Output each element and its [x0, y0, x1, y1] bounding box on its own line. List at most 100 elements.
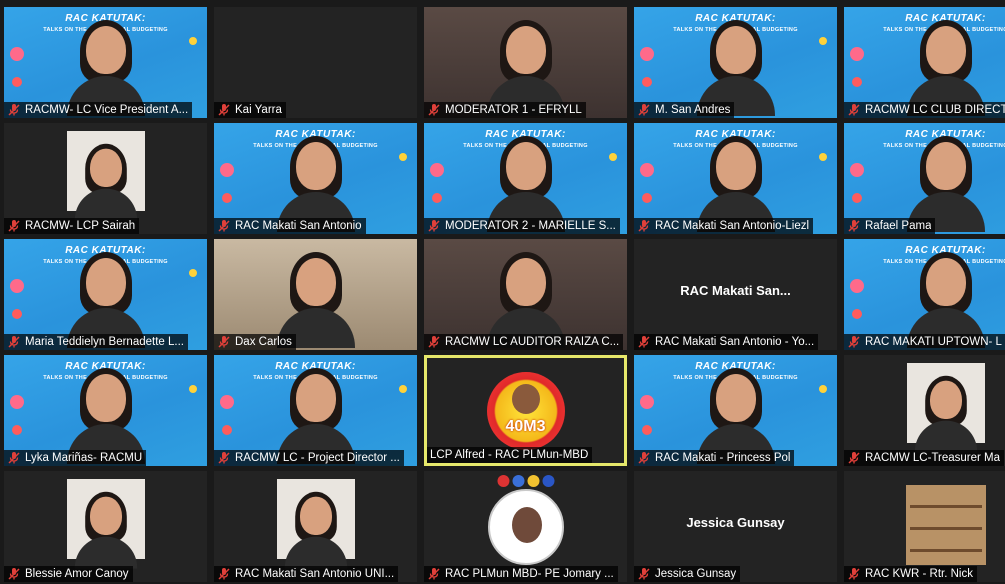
muted-mic-icon — [637, 219, 651, 233]
participant-video — [486, 250, 565, 348]
decoration-dot — [852, 193, 862, 203]
decoration-dot — [10, 47, 24, 61]
muted-mic-icon — [427, 219, 441, 233]
muted-mic-icon — [637, 567, 651, 581]
participant-tile[interactable]: RAC KATUTAK:TALKS ON THE NEW NORMAL BUDG… — [4, 239, 207, 350]
bookshelf-photo — [905, 485, 986, 565]
logo-strip — [497, 475, 554, 487]
participant-tile[interactable]: RAC PLMun MBD- PE Jomary ... — [424, 471, 627, 582]
participant-tile[interactable]: RAC KATUTAK:TALKS ON THE NEW NORMAL BUDG… — [634, 123, 837, 234]
participant-video — [486, 134, 565, 232]
participant-video — [74, 142, 137, 221]
decoration-dot — [189, 37, 197, 45]
participant-tile[interactable]: RACMW LC-Treasurer Ma — [844, 355, 1005, 466]
participant-video — [486, 18, 565, 116]
participant-video — [66, 366, 145, 464]
participant-tile[interactable]: Blessie Amor Canoy — [4, 471, 207, 582]
participant-tile[interactable]: RAC KWR - Rtr. Nick — [844, 471, 1005, 582]
participant-video — [66, 250, 145, 348]
participant-name: RAC MAKATI UPTOWN- L — [865, 336, 1002, 348]
participant-name: RAC KWR - Rtr. Nick — [865, 568, 973, 580]
participant-tile[interactable]: RAC Makati San Antonio UNI... — [214, 471, 417, 582]
participant-name: RACMW LC CLUB DIRECTO — [865, 104, 1005, 116]
participant-name: Rafael Pama — [865, 220, 932, 232]
participant-tile[interactable]: RACMW LC AUDITOR RAIZA C... — [424, 239, 627, 350]
profile-logo — [487, 489, 564, 565]
participant-name: Kai Yarra — [235, 104, 282, 116]
decoration-dot — [399, 153, 407, 161]
participant-name: RACMW LC AUDITOR RAIZA C... — [445, 336, 620, 348]
decoration-dot — [819, 385, 827, 393]
decoration-dot — [189, 269, 197, 277]
profile-photo — [66, 131, 145, 221]
decoration-dot — [850, 47, 864, 61]
participant-name-tag: RACMW- LCP Sairah — [4, 218, 140, 234]
decoration-dot — [850, 279, 864, 293]
participant-name: RAC Makati San Antonio - Yo... — [655, 336, 815, 348]
participant-name-tag: MODERATOR 1 - EFRYLL — [424, 102, 586, 118]
participant-tile[interactable]: RACMW- LCP Sairah — [4, 123, 207, 234]
muted-mic-icon — [7, 567, 21, 581]
participant-name-tag: RAC KWR - Rtr. Nick — [844, 566, 977, 582]
participant-video — [284, 490, 347, 569]
participant-tile[interactable]: RAC Makati San... RAC Makati San Antonio … — [634, 239, 837, 350]
participant-video — [66, 18, 145, 116]
participant-tile[interactable]: RAC KATUTAK:TALKS ON THE NEW NORMAL BUDG… — [4, 7, 207, 118]
participant-name-tag: RAC Makati San Antonio — [214, 218, 366, 234]
participant-video — [906, 134, 985, 232]
participant-tile[interactable]: 40M3 LCP Alfred - RAC PLMun-MBD — [424, 355, 627, 466]
participant-tile[interactable]: RAC KATUTAK:TALKS ON THE NEW NORMAL BUDG… — [4, 355, 207, 466]
decoration-dot — [642, 77, 652, 87]
participant-tile[interactable]: RAC KATUTAK:TALKS ON THE NEW NORMAL BUDG… — [214, 123, 417, 234]
participant-name: RACMW- LC Vice President A... — [25, 104, 189, 116]
participant-video — [696, 134, 775, 232]
participant-video — [276, 134, 355, 232]
muted-mic-icon — [217, 103, 231, 117]
participant-name: RAC Makati San Antonio — [235, 220, 362, 232]
muted-mic-icon — [847, 103, 861, 117]
participant-video — [276, 366, 355, 464]
decoration-dot — [852, 309, 862, 319]
decoration-dot — [12, 425, 22, 435]
decoration-dot — [12, 77, 22, 87]
decoration-dot — [10, 279, 24, 293]
participant-tile[interactable]: RAC KATUTAK:TALKS ON THE NEW NORMAL BUDG… — [844, 239, 1005, 350]
participant-tile[interactable]: RAC KATUTAK:TALKS ON THE NEW NORMAL BUDG… — [214, 355, 417, 466]
muted-mic-icon — [427, 103, 441, 117]
participant-tile[interactable]: RAC KATUTAK:TALKS ON THE NEW NORMAL BUDG… — [634, 7, 837, 118]
participant-tile[interactable]: RAC KATUTAK:TALKS ON THE NEW NORMAL BUDG… — [424, 123, 627, 234]
participant-tile[interactable]: Dax Carlos — [214, 239, 417, 350]
participant-name-tag: RACMW- LC Vice President A... — [4, 102, 193, 118]
profile-photo — [66, 479, 145, 569]
participant-name: RAC PLMun MBD- PE Jomary ... — [445, 568, 614, 580]
participant-tile[interactable]: MODERATOR 1 - EFRYLL — [424, 7, 627, 118]
muted-mic-icon — [7, 451, 21, 465]
participant-name: RAC Makati San Antonio UNI... — [235, 568, 395, 580]
decoration-dot — [640, 395, 654, 409]
participant-tile[interactable]: RAC KATUTAK:TALKS ON THE NEW NORMAL BUDG… — [844, 123, 1005, 234]
avatar-text: 40M3 — [505, 418, 546, 435]
decoration-dot — [852, 77, 862, 87]
profile-avatar: 40M3 — [486, 372, 565, 450]
participant-name-tag: M. San Andres — [634, 102, 735, 118]
participant-name-tag: Kai Yarra — [214, 102, 286, 118]
avatar-face — [511, 384, 540, 414]
participant-name: M. San Andres — [655, 104, 731, 116]
participant-name: LCP Alfred - RAC PLMun-MBD — [430, 449, 589, 461]
participant-name-tag: RAC MAKATI UPTOWN- L — [844, 334, 1005, 350]
participant-name-tag: Rafael Pama — [844, 218, 936, 234]
muted-mic-icon — [847, 451, 861, 465]
participant-display-name: RAC Makati San... — [680, 283, 791, 298]
participant-video — [914, 374, 977, 453]
participant-tile[interactable]: Jessica Gunsay Jessica Gunsay — [634, 471, 837, 582]
participant-tile[interactable]: Kai Yarra — [214, 7, 417, 118]
club-logo-icon — [497, 475, 509, 487]
muted-mic-icon — [217, 567, 231, 581]
participant-name-tag: RACMW LC CLUB DIRECTO — [844, 102, 1005, 118]
club-logo-icon — [527, 475, 539, 487]
participant-tile[interactable]: RAC KATUTAK:TALKS ON THE NEW NORMAL BUDG… — [634, 355, 837, 466]
participant-video — [696, 18, 775, 116]
decoration-dot — [12, 309, 22, 319]
participant-tile[interactable]: RAC KATUTAK:TALKS ON THE NEW NORMAL BUDG… — [844, 7, 1005, 118]
participant-name: Dax Carlos — [235, 336, 292, 348]
